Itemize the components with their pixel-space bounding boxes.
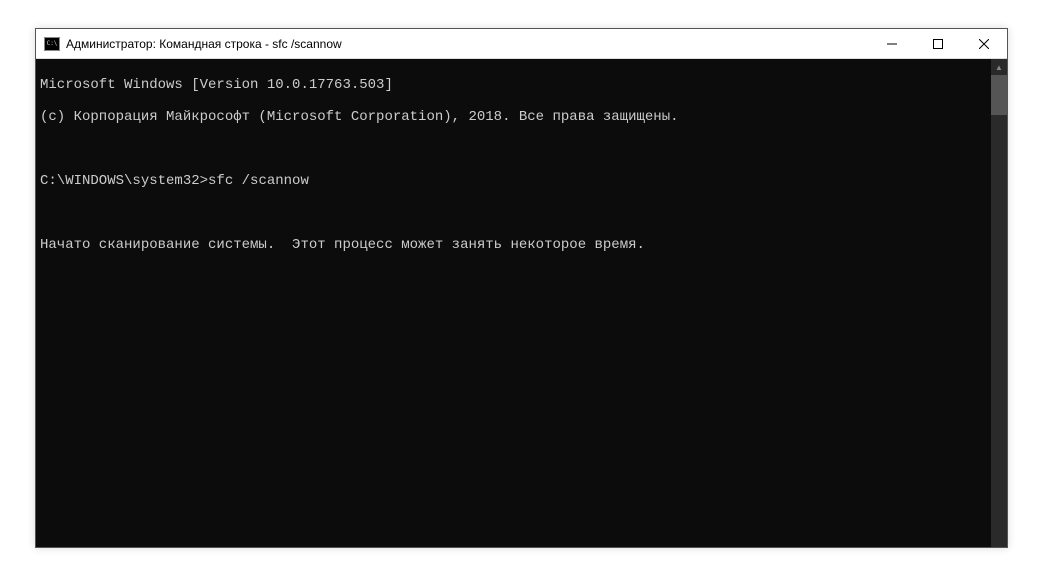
window-controls: [869, 29, 1007, 58]
window-title: Администратор: Командная строка - sfc /s…: [66, 37, 869, 51]
scroll-thumb[interactable]: [991, 75, 1007, 115]
titlebar[interactable]: Администратор: Командная строка - sfc /s…: [36, 29, 1007, 59]
command-text: sfc /scannow: [208, 173, 309, 189]
close-button[interactable]: [961, 29, 1007, 58]
prompt-line: C:\WINDOWS\system32>sfc /scannow: [40, 173, 987, 189]
copyright-line: (c) Корпорация Майкрософт (Microsoft Cor…: [40, 109, 987, 125]
version-line: Microsoft Windows [Version 10.0.17763.50…: [40, 77, 987, 93]
status-line: Начато сканирование системы. Этот процес…: [40, 237, 987, 253]
cmd-icon: [44, 37, 60, 51]
blank-line: [40, 205, 987, 221]
prompt-text: C:\WINDOWS\system32>: [40, 173, 208, 189]
minimize-button[interactable]: [869, 29, 915, 58]
command-prompt-window: Администратор: Командная строка - sfc /s…: [35, 28, 1008, 548]
terminal-area: Microsoft Windows [Version 10.0.17763.50…: [36, 59, 1007, 547]
scroll-up-arrow[interactable]: ▲: [991, 59, 1007, 75]
blank-line: [40, 141, 987, 157]
terminal-output[interactable]: Microsoft Windows [Version 10.0.17763.50…: [36, 59, 991, 547]
scrollbar[interactable]: ▲: [991, 59, 1007, 547]
maximize-button[interactable]: [915, 29, 961, 58]
